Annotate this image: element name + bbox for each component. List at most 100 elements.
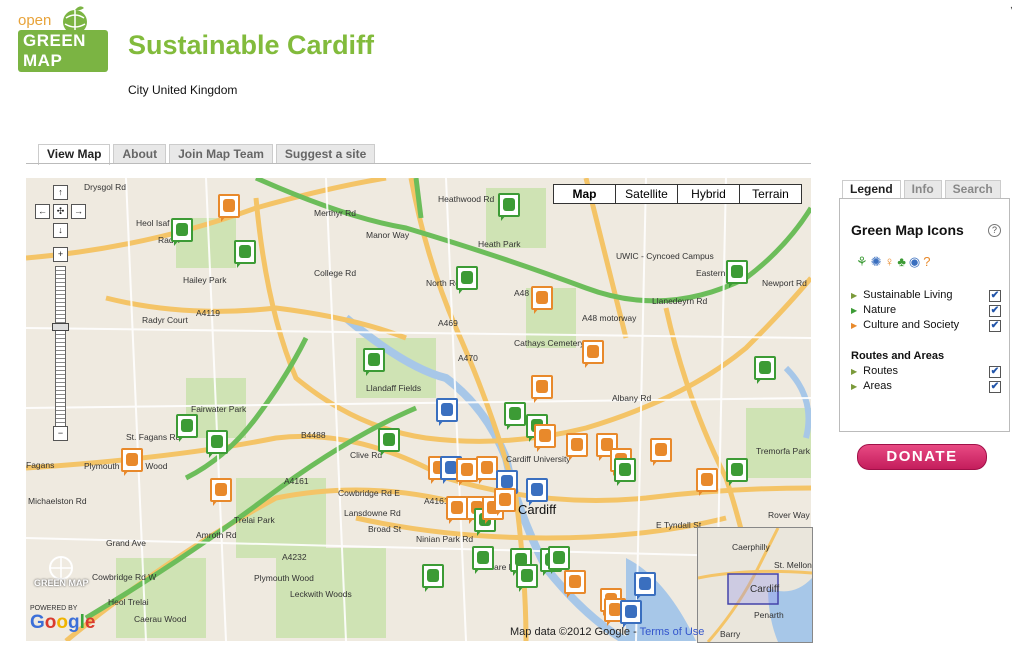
map-marker[interactable] — [548, 546, 570, 574]
map-marker[interactable] — [456, 458, 478, 486]
tab-view-map[interactable]: View Map — [38, 144, 111, 165]
map-label: Heol Trelai — [108, 597, 149, 607]
marker-pointer-icon — [617, 480, 622, 486]
map-type-hybrid[interactable]: Hybrid — [677, 185, 739, 203]
tab-join-map-team[interactable]: Join Map Team — [169, 144, 273, 163]
map-canvas[interactable]: Drysgol Rd Heol Isaf Radyr Hailey Park R… — [26, 178, 811, 641]
marker-pointer-icon — [459, 288, 464, 294]
map-label: Newport Rd — [762, 278, 807, 288]
map-marker[interactable] — [476, 456, 498, 484]
map-marker[interactable] — [620, 600, 642, 628]
map-marker[interactable] — [436, 398, 458, 426]
map-marker[interactable] — [121, 448, 143, 476]
map-marker[interactable] — [378, 428, 400, 456]
legend-item-sustainable-living[interactable]: ▶ Sustainable Living — [851, 289, 952, 301]
map-marker[interactable] — [516, 564, 538, 592]
legend-item-label: Nature — [863, 304, 897, 316]
zoom-out-button[interactable]: − — [53, 426, 68, 441]
map-type-terrain[interactable]: Terrain — [739, 185, 801, 203]
tab-legend[interactable]: Legend — [842, 180, 901, 198]
marker-pointer-icon — [534, 308, 539, 314]
map-marker[interactable] — [446, 496, 468, 524]
map-type-satellite[interactable]: Satellite — [615, 185, 677, 203]
map-marker[interactable] — [531, 286, 553, 314]
map-marker[interactable] — [726, 260, 748, 288]
tab-about[interactable]: About — [113, 144, 167, 163]
map-marker[interactable] — [531, 375, 553, 403]
map-marker[interactable] — [726, 458, 748, 486]
marker-pointer-icon — [729, 480, 734, 486]
map-marker[interactable] — [218, 194, 240, 222]
map-marker[interactable] — [650, 438, 672, 466]
checkbox-nature[interactable]: ✔ — [989, 305, 1001, 317]
eye-icon: ◉ — [908, 254, 921, 269]
help-icon[interactable]: ? — [988, 224, 1001, 237]
marker-symbol-icon — [383, 433, 395, 446]
open-green-map-logo[interactable]: open GREEN MAP — [4, 4, 108, 72]
tab-info[interactable]: Info — [903, 180, 942, 198]
overview-map[interactable]: Caerphilly St. Mellons Cardiff Penarth B… — [697, 527, 813, 643]
map-marker[interactable] — [494, 488, 516, 516]
checkbox-sustainable-living[interactable]: ✔ — [989, 290, 1001, 302]
legend-item-label: Routes — [863, 365, 899, 377]
marker-pointer-icon — [439, 420, 444, 426]
pan-down-button[interactable]: ↓ — [53, 223, 68, 238]
checkbox-areas[interactable]: ✔ — [989, 381, 1001, 393]
map-marker[interactable] — [210, 478, 232, 506]
map-marker[interactable] — [176, 414, 198, 442]
pan-right-button[interactable]: → — [71, 204, 86, 219]
zoom-in-button[interactable]: + — [53, 247, 68, 262]
tab-suggest-a-site[interactable]: Suggest a site — [275, 144, 376, 163]
marker-pointer-icon — [537, 446, 542, 452]
checkbox-culture-and-society[interactable]: ✔ — [989, 320, 1001, 332]
donate-button[interactable]: DONATE — [857, 444, 987, 470]
map-marker[interactable] — [422, 564, 444, 592]
page-subtitle: City United Kingdom — [128, 83, 238, 97]
map-marker[interactable] — [754, 356, 776, 384]
map-marker[interactable] — [472, 546, 494, 574]
marker-symbol-icon — [461, 271, 473, 284]
map-marker[interactable] — [634, 572, 656, 600]
map-marker[interactable] — [171, 218, 193, 246]
zoom-slider-handle[interactable] — [52, 323, 69, 331]
marker-pointer-icon — [221, 216, 226, 222]
pan-left-button[interactable]: ← — [35, 204, 50, 219]
legend-item-areas[interactable]: ▶ Areas — [851, 380, 892, 392]
marker-pointer-icon — [729, 282, 734, 288]
map-marker[interactable] — [566, 433, 588, 461]
legend-item-culture-and-society[interactable]: ▶ Culture and Society — [851, 319, 959, 331]
map-attribution: Map data ©2012 Google - Terms of Use — [510, 626, 704, 638]
tab-search[interactable]: Search — [944, 180, 1001, 198]
map-marker[interactable] — [534, 424, 556, 452]
pan-center-button[interactable]: ✣ — [53, 204, 68, 219]
marker-pointer-icon — [599, 455, 604, 461]
checkbox-routes[interactable]: ✔ — [989, 366, 1001, 378]
map-marker[interactable] — [696, 468, 718, 496]
person-icon: ♀ — [884, 254, 895, 269]
marker-symbol-icon — [461, 463, 473, 476]
map-marker[interactable] — [456, 266, 478, 294]
map-marker[interactable] — [526, 478, 548, 506]
map-marker[interactable] — [363, 348, 385, 376]
legend-item-routes[interactable]: ▶ Routes — [851, 365, 898, 377]
map-marker[interactable] — [564, 570, 586, 598]
map-marker[interactable] — [206, 430, 228, 458]
map-marker[interactable] — [234, 240, 256, 268]
google-logo[interactable]: Google — [30, 612, 95, 634]
tree-icon: ♣ — [897, 254, 906, 269]
map-marker[interactable] — [614, 458, 636, 486]
pan-up-button[interactable]: ↑ — [53, 185, 68, 200]
powered-by-text: POWERED BY — [30, 605, 78, 612]
expand-arrow-icon: ▶ — [851, 367, 858, 376]
map-marker[interactable] — [498, 193, 520, 221]
map-marker[interactable] — [504, 402, 526, 430]
terms-of-use-link[interactable]: Terms of Use — [640, 626, 705, 638]
legend-item-nature[interactable]: ▶ Nature — [851, 304, 896, 316]
map-label: A4119 — [196, 308, 220, 318]
marker-pointer-icon — [366, 370, 371, 376]
map-label: Manor Way — [366, 230, 410, 240]
map-label: UWIC - Cyncoed Campus — [616, 251, 714, 261]
map-marker[interactable] — [582, 340, 604, 368]
zoom-slider-track[interactable] — [55, 266, 66, 428]
map-type-map[interactable]: Map — [554, 185, 615, 203]
